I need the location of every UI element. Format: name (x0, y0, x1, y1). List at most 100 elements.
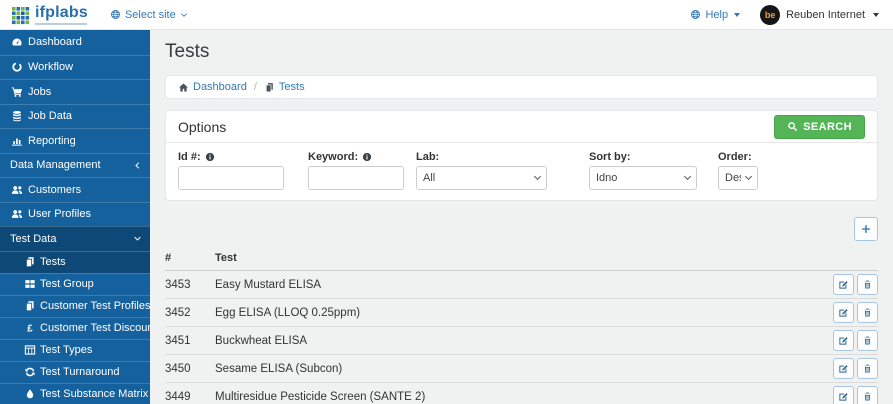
sidebar-item-test-substance-matrix[interactable]: Test Substance Matrix (0, 382, 150, 404)
sidebar-item-test-turnaround[interactable]: Test Turnaround (0, 360, 150, 383)
home-icon (178, 82, 189, 93)
sidebar-item-customer-test-profiles[interactable]: Customer Test Profiles (0, 294, 150, 317)
edit-button[interactable] (833, 358, 854, 379)
sort-by-field: Sort by: Idno (589, 151, 697, 190)
sidebar-item-customers[interactable]: Customers (0, 177, 150, 202)
sidebar-item-customer-test-discounts[interactable]: Customer Test Discounts (0, 316, 150, 339)
edit-icon (838, 279, 849, 290)
info-icon (205, 152, 215, 162)
search-icon (787, 121, 798, 132)
tachometer-icon (11, 36, 23, 48)
edit-button[interactable] (833, 386, 854, 404)
cart-icon (11, 86, 23, 98)
field-label: Id #: (178, 151, 284, 163)
sidebar-item-jobs[interactable]: Jobs (0, 79, 150, 104)
droplet-icon (24, 388, 36, 400)
column-header-actions (830, 247, 878, 271)
row-test-name: Multiresidue Pesticide Screen (SANTE 2) (215, 382, 830, 404)
row-test-name: Buckwheat ELISA (215, 326, 830, 355)
main-content: Tests Dashboard / Tests Options SEARCH Id … (150, 30, 893, 404)
help-label: Help (705, 8, 729, 21)
keyword-input[interactable] (308, 166, 404, 190)
order-select[interactable]: Des (718, 166, 758, 190)
id-field: Id #: (178, 151, 284, 190)
logo-grid-icon (12, 6, 30, 24)
users-icon (11, 208, 23, 220)
pound-icon (24, 322, 36, 334)
table-row: 3453 Easy Mustard ELISA (165, 270, 878, 299)
delete-button[interactable] (857, 274, 878, 295)
logo-tagline (35, 22, 87, 25)
row-id: 3449 (165, 382, 215, 404)
sort-by-select[interactable]: Idno (589, 166, 697, 190)
id-input[interactable] (178, 166, 284, 190)
tests-table: # Test 3453 Easy Mustard ELISA 3452 Egg ELI… (165, 247, 878, 404)
sidebar-item-user-profiles[interactable]: User Profiles (0, 201, 150, 227)
field-label: Lab: (416, 151, 440, 163)
sidebar-item-data-management[interactable]: Data Management (0, 152, 150, 178)
row-id: 3451 (165, 326, 215, 355)
sidebar-item-reporting[interactable]: Reporting (0, 128, 150, 153)
add-button[interactable] (854, 217, 878, 241)
edit-button[interactable] (833, 330, 854, 351)
app-logo[interactable]: ifplabs (12, 4, 88, 25)
table-header-row: # Test (165, 247, 878, 271)
trash-icon (862, 335, 873, 346)
search-button[interactable]: SEARCH (774, 114, 865, 139)
chevron-down-icon (180, 11, 188, 19)
trash-icon (862, 279, 873, 290)
options-panel: Options SEARCH Id #: Keyword: Lab: All Sort … (165, 110, 878, 201)
edit-button[interactable] (833, 302, 854, 323)
field-label: Keyword: (308, 151, 404, 163)
trash-icon (862, 307, 873, 318)
table-icon (24, 344, 36, 356)
lab-select[interactable]: All (416, 166, 547, 190)
table-row: 3450 Sesame ELISA (Subcon) (165, 354, 878, 383)
sidebar-item-dashboard[interactable]: Dashboard (0, 30, 150, 55)
delete-button[interactable] (857, 386, 878, 404)
sidebar-nav: Dashboard Workflow Jobs Job Data Reporting Da… (0, 30, 150, 404)
delete-button[interactable] (857, 330, 878, 351)
breadcrumb-link-tests[interactable]: Tests (264, 81, 305, 93)
chevron-left-icon (133, 161, 142, 170)
edit-icon (838, 335, 849, 346)
sidebar-item-job-data[interactable]: Job Data (0, 103, 150, 129)
row-test-name: Sesame ELISA (Subcon) (215, 354, 830, 383)
keyword-field: Keyword: (308, 151, 404, 190)
circle-notch-icon (11, 61, 23, 73)
sidebar-item-tests[interactable]: Tests (0, 250, 150, 273)
bar-chart-icon (11, 135, 23, 147)
page-title: Tests (165, 41, 210, 62)
lab-field: Lab: All (416, 151, 547, 190)
trash-icon (862, 391, 873, 402)
avatar: be (760, 4, 781, 25)
row-id: 3452 (165, 298, 215, 327)
edit-button[interactable] (833, 274, 854, 295)
chevron-down-icon (133, 234, 142, 243)
delete-button[interactable] (857, 302, 878, 323)
delete-button[interactable] (857, 358, 878, 379)
row-test-name: Easy Mustard ELISA (215, 270, 830, 299)
sidebar-item-workflow[interactable]: Workflow (0, 54, 150, 80)
info-icon (362, 152, 372, 162)
breadcrumb-link-dashboard[interactable]: Dashboard (178, 81, 247, 93)
edit-icon (838, 307, 849, 318)
row-id: 3450 (165, 354, 215, 383)
row-id: 3453 (165, 270, 215, 299)
help-dropdown[interactable]: Help (690, 8, 741, 21)
sidebar-item-test-types[interactable]: Test Types (0, 338, 150, 361)
database-icon (11, 110, 23, 122)
breadcrumb-separator: / (253, 81, 257, 93)
user-menu[interactable]: be Reuben Internet (760, 4, 879, 25)
column-header-id: # (165, 247, 215, 271)
users-icon (11, 184, 23, 196)
sidebar-item-test-data[interactable]: Test Data (0, 226, 150, 251)
breadcrumb: Dashboard / Tests (165, 75, 878, 99)
sidebar-item-test-group[interactable]: Test Group (0, 272, 150, 295)
top-header: ifplabs Select site Help be Reuben Inter… (0, 0, 893, 30)
caret-down-icon (734, 12, 741, 17)
grid-icon (24, 278, 36, 290)
table-row: 3452 Egg ELISA (LLOQ 0.25ppm) (165, 298, 878, 327)
row-test-name: Egg ELISA (LLOQ 0.25ppm) (215, 298, 830, 327)
select-site-dropdown[interactable]: Select site (110, 9, 188, 21)
